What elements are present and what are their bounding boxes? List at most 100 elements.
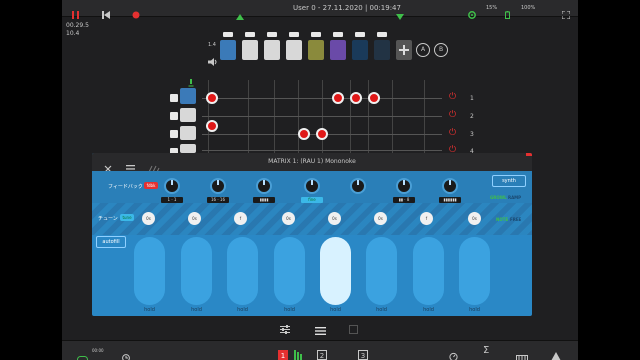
plugin-slot-dark[interactable] (374, 32, 390, 60)
step-mode-label[interactable]: hold (181, 307, 212, 313)
plugin-slot-olive[interactable] (308, 32, 324, 60)
plugin-slot-hand-1[interactable] (242, 32, 258, 60)
track-thumb-hand[interactable] (180, 126, 196, 140)
tune-badge[interactable]: tune (120, 214, 134, 221)
knob[interactable] (396, 178, 412, 194)
power-icon[interactable]: ⏻ (449, 110, 456, 120)
power-icon[interactable]: ⏻ (449, 92, 456, 102)
track-thumb-hand[interactable] (180, 108, 196, 122)
matrix-1-icon[interactable]: 1 (278, 345, 288, 360)
free-label[interactable]: FREE (510, 217, 521, 222)
gear-icon[interactable] (468, 4, 476, 19)
loop-icon[interactable] (77, 348, 88, 360)
arrow-down-icon[interactable] (396, 5, 404, 20)
autofill-button[interactable]: autofill (96, 236, 126, 248)
sliders-icon[interactable] (280, 319, 290, 334)
plugin-slot-robot[interactable] (220, 32, 236, 60)
step-pad[interactable] (227, 237, 258, 305)
step-pad[interactable] (366, 237, 397, 305)
arrow-up-icon[interactable] (236, 5, 244, 20)
tune-knob[interactable]: 0s (328, 212, 341, 225)
tune-knob[interactable]: 0s (468, 212, 481, 225)
position-line-2: 10.4 (66, 30, 80, 37)
plugin-slot-hand-2[interactable] (264, 32, 280, 60)
plugin-slot-purple[interactable] (330, 32, 346, 60)
track-icon[interactable] (170, 94, 178, 102)
track-thumb-robot[interactable] (180, 88, 196, 104)
matrix-3-icon[interactable]: 3 (358, 345, 368, 360)
knob[interactable] (350, 178, 366, 194)
matrix-node[interactable] (316, 128, 328, 140)
plugin-slot-hand-3[interactable] (286, 32, 302, 60)
step-mode-label[interactable]: hold (366, 307, 397, 313)
plugin-slot-knob[interactable] (352, 32, 368, 60)
matrix-node[interactable] (206, 120, 218, 132)
tune-knob[interactable]: 0s (142, 212, 155, 225)
step-mode-label[interactable]: hold (320, 307, 351, 313)
bottom-toolbar: 00:00 1 2 3 Σ (62, 340, 578, 360)
speaker-icon[interactable] (208, 51, 217, 66)
fullscreen-icon[interactable] (561, 4, 571, 20)
send-b-button[interactable]: B (434, 43, 448, 57)
knob[interactable] (256, 178, 272, 194)
step-mode-label[interactable]: hold (459, 307, 490, 313)
tune-knob[interactable]: 0s (282, 212, 295, 225)
note-label[interactable]: NOTE (496, 217, 508, 222)
growl-label[interactable]: GROWL (490, 195, 507, 200)
knob[interactable] (304, 178, 320, 194)
svg-text:2: 2 (320, 352, 324, 360)
loop-time: 00:00 (92, 348, 104, 353)
feedback-label: フィードバック (108, 184, 143, 190)
add-plugin-button[interactable] (396, 40, 412, 60)
tuner-icon[interactable] (449, 346, 458, 360)
send-a-button[interactable]: A (416, 43, 430, 57)
step-pad[interactable] (413, 237, 444, 305)
knob[interactable] (164, 178, 180, 194)
track-thumb-hand[interactable] (180, 144, 196, 153)
step-pad[interactable] (459, 237, 490, 305)
tune-knob[interactable]: 0s (374, 212, 387, 225)
tune-knob[interactable]: f (420, 212, 433, 225)
step-mode-label[interactable]: hold (227, 307, 258, 313)
battery-icon (505, 4, 510, 19)
record-icon[interactable] (132, 4, 140, 19)
svg-text:3: 3 (361, 352, 365, 360)
matrix-node[interactable] (298, 128, 310, 140)
matrix-node[interactable] (332, 92, 344, 104)
step-pad[interactable] (181, 237, 212, 305)
power-icon[interactable]: ⏻ (449, 128, 456, 138)
rewind-icon[interactable] (102, 4, 110, 19)
matrix-node[interactable] (206, 92, 218, 104)
menu-icon[interactable] (315, 320, 326, 335)
knob[interactable] (210, 178, 226, 194)
routing-matrix[interactable] (202, 80, 442, 160)
row-number: 2 (470, 113, 474, 120)
step-pad-active[interactable] (320, 237, 351, 305)
clock-icon[interactable] (122, 347, 130, 360)
tune-knob[interactable]: f (234, 212, 247, 225)
tune-knob[interactable]: 0s (188, 212, 201, 225)
step-mode-label[interactable]: hold (413, 307, 444, 313)
step-mode-label[interactable]: hold (274, 307, 305, 313)
piano-icon[interactable] (516, 347, 528, 360)
mixer-icon[interactable] (294, 345, 302, 360)
synth-button[interactable]: synth (492, 175, 526, 187)
panel-title: MATRIX 1: (RAU 1) Mononoke (268, 158, 356, 165)
grid-icon[interactable] (349, 319, 358, 334)
matrix-node[interactable] (350, 92, 362, 104)
sigma-icon[interactable]: Σ (483, 341, 489, 360)
knob[interactable] (442, 178, 458, 194)
step-pad[interactable] (134, 237, 165, 305)
matrix-node[interactable] (368, 92, 380, 104)
matrix-2-icon[interactable]: 2 (317, 345, 327, 360)
track-icon[interactable] (170, 130, 178, 138)
panel-titlebar: MATRIX 1: (RAU 1) Mononoke (92, 153, 532, 173)
alert-icon[interactable] (551, 346, 561, 360)
ramp-label[interactable]: RAMP (508, 195, 521, 200)
mic-icon[interactable] (188, 72, 194, 87)
feedback-badge[interactable]: fdbk (144, 182, 158, 189)
step-mode-label[interactable]: hold (134, 307, 165, 313)
pause-icon[interactable] (72, 4, 79, 19)
step-pad[interactable] (274, 237, 305, 305)
track-icon[interactable] (170, 112, 178, 120)
